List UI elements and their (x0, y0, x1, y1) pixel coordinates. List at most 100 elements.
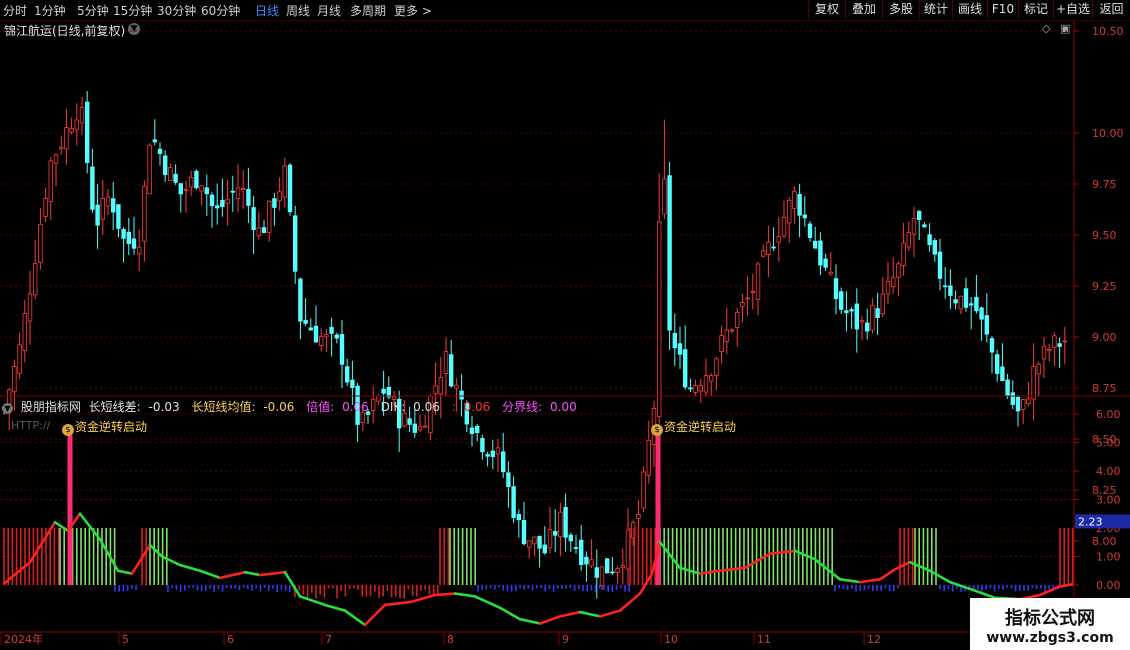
indicator-line-segment (948, 580, 977, 593)
candle-body (610, 571, 615, 574)
indicator-line-segment (116, 569, 134, 575)
candle-body (485, 454, 490, 457)
candle-body (542, 544, 547, 554)
candle-body (1047, 348, 1052, 352)
candle-body (282, 165, 287, 198)
candle-body (350, 379, 355, 388)
candle-body (740, 302, 745, 307)
money-bag-icon: $ (62, 424, 74, 436)
item-dik-red: : 0.06 (451, 400, 491, 414)
candle-body (22, 313, 27, 351)
indicator-line-segment (433, 592, 457, 597)
candle-body (235, 187, 241, 200)
candle-body (43, 198, 48, 217)
indicator-line-segment (130, 543, 152, 575)
candle-body (152, 139, 157, 143)
candle-body (792, 190, 797, 209)
candle-body (615, 568, 620, 573)
indicator-tick-label: 5.00 (1096, 437, 1121, 450)
item-long-short-avg: 长短线均值: -0.06 (191, 400, 295, 414)
candle-body (927, 234, 932, 246)
candle-body (256, 227, 261, 236)
candle-body (417, 426, 423, 431)
indicator-line-segment (578, 610, 602, 618)
indicator-line-segment (53, 520, 70, 533)
candle-body (875, 308, 880, 319)
candle-body (584, 556, 589, 565)
candle-body (495, 447, 501, 455)
candle-body (313, 325, 319, 343)
candle-body (48, 160, 53, 202)
candle-body (568, 534, 573, 542)
signal-label-1: $ 资金逆转启动 (62, 418, 147, 436)
candle-body (448, 354, 454, 387)
time-tick-label: 6 (227, 633, 234, 646)
candle-body (308, 327, 313, 331)
price-tick-label: 9.25 (1092, 280, 1117, 293)
candle-body (771, 246, 776, 249)
indicator-name: 股朋指标网 (20, 400, 81, 414)
candle-body (292, 215, 298, 272)
site-watermark: 指标公式网 www.zbgs3.com (970, 598, 1130, 650)
candle-body (225, 198, 230, 204)
indicator-line-segment (283, 570, 302, 598)
candle-body (126, 231, 131, 245)
price-tick-label: 8.00 (1092, 535, 1117, 548)
candle-body (412, 423, 417, 433)
indicator-line-segment (618, 592, 642, 612)
candle-body (511, 486, 516, 518)
money-bag-icon: $ (651, 424, 663, 436)
indicator-line-segment (498, 606, 522, 621)
indicator-line-segment (323, 603, 347, 612)
candle-body (506, 472, 511, 487)
candle-body (188, 177, 194, 188)
candle-body (677, 343, 683, 355)
candle-body (183, 188, 189, 191)
candle-body (402, 412, 407, 427)
candle-body (963, 288, 969, 308)
candle-body (839, 291, 844, 310)
candle-body (344, 366, 350, 383)
candle-body (735, 312, 740, 328)
candle-body (298, 278, 303, 322)
candle-body (1015, 396, 1021, 412)
candle-body (131, 238, 137, 249)
candle-body (854, 303, 859, 330)
item-dik: DIK: 0.06 (380, 400, 440, 414)
candle-body (157, 148, 163, 154)
candle-body (521, 520, 527, 545)
time-tick-label: 11 (757, 633, 771, 646)
chevron-down-icon[interactable]: ▼ (2, 403, 13, 414)
candle-body (818, 240, 823, 266)
candle-body (532, 536, 537, 545)
indicator-line-segment (878, 568, 897, 581)
candle-body (433, 385, 438, 394)
candle-body (958, 295, 963, 310)
candle-body (214, 205, 220, 209)
item-multiple: 倍值: 0.06 (306, 400, 369, 414)
candle-body (474, 425, 480, 434)
indicator-tick-label: 6.00 (1096, 408, 1121, 421)
candle-body (443, 351, 449, 374)
current-value-label: 2.23 (1078, 515, 1103, 528)
candle-body (761, 250, 766, 257)
candle-body (979, 307, 984, 320)
candle-body (750, 291, 755, 293)
candle-body (277, 191, 282, 202)
indicator-header: ▼ 股朋指标网 长短线差: -0.03 长短线均值: -0.06 倍值: 0.0… (2, 398, 585, 415)
candle-body (662, 178, 667, 215)
candle-body (709, 375, 714, 382)
candle-body (79, 107, 85, 124)
candle-body (693, 385, 698, 393)
candle-body (911, 217, 917, 235)
candle-body (579, 539, 584, 565)
candle-body (891, 277, 896, 287)
candle-body (563, 506, 568, 538)
candle-body (287, 164, 293, 213)
candle-body (209, 194, 215, 207)
indicator-line-segment (973, 589, 997, 600)
candle-body (142, 185, 147, 242)
candle-body (147, 144, 152, 195)
candle-body (553, 531, 558, 536)
candle-body (698, 385, 703, 392)
